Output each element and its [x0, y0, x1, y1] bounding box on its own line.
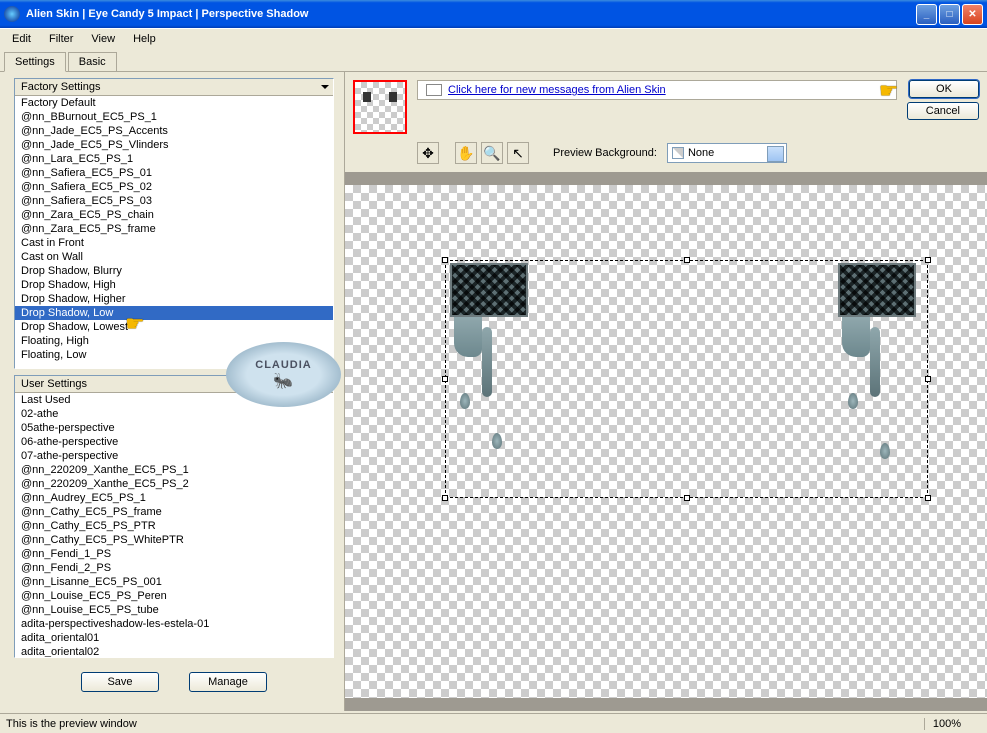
maximize-button[interactable]: □ [939, 4, 960, 25]
watermark-text: CLAUDIA [255, 359, 312, 371]
status-text: This is the preview window [6, 718, 137, 730]
list-item[interactable]: 06-athe-perspective [15, 435, 333, 449]
message-bar: Click here for new messages from Alien S… [417, 80, 897, 100]
titlebar: Alien Skin | Eye Candy 5 Impact | Perspe… [0, 0, 987, 28]
handle-n[interactable] [684, 257, 690, 263]
list-item[interactable]: adita_oriental01 [15, 631, 333, 645]
window-controls: _ □ ✕ [916, 4, 983, 25]
preview-bg-select[interactable]: None [667, 143, 787, 163]
list-item[interactable]: @nn_Fendi_2_PS [15, 561, 333, 575]
list-item[interactable]: @nn_Safiera_EC5_PS_02 [15, 180, 333, 194]
selection-box[interactable] [445, 260, 928, 498]
pointer-tool-icon[interactable]: ↖ [507, 142, 529, 164]
cancel-button[interactable]: Cancel [907, 102, 979, 120]
list-item[interactable]: @nn_Louise_EC5_PS_Peren [15, 589, 333, 603]
list-item[interactable]: Drop Shadow, High [15, 278, 333, 292]
tab-basic[interactable]: Basic [68, 52, 117, 71]
handle-nw[interactable] [442, 257, 448, 263]
list-item[interactable]: @nn_220209_Xanthe_EC5_PS_1 [15, 463, 333, 477]
list-item[interactable]: 02-athe [15, 407, 333, 421]
tabs: Settings Basic [0, 48, 987, 71]
list-item[interactable]: @nn_Jade_EC5_PS_Vlinders [15, 138, 333, 152]
list-item[interactable]: @nn_Fendi_1_PS [15, 547, 333, 561]
save-button[interactable]: Save [81, 672, 159, 692]
menu-filter[interactable]: Filter [41, 31, 81, 47]
mail-icon [426, 84, 442, 96]
handle-e[interactable] [925, 376, 931, 382]
statusbar: This is the preview window 100% [0, 713, 987, 733]
list-item[interactable]: Cast on Wall [15, 250, 333, 264]
preview-object-left [450, 263, 535, 357]
tab-settings[interactable]: Settings [4, 52, 66, 72]
list-item[interactable]: adita_oriental02 [15, 645, 333, 657]
move-tool-icon[interactable]: ✥ [417, 142, 439, 164]
list-item[interactable]: @nn_Cathy_EC5_PS_frame [15, 505, 333, 519]
preview-object-right [838, 263, 923, 357]
user-settings-box: User Settings Last Used02-athe05athe-per… [14, 375, 334, 658]
preview-canvas[interactable] [345, 185, 987, 698]
close-button[interactable]: ✕ [962, 4, 983, 25]
list-item[interactable]: 07-athe-perspective [15, 449, 333, 463]
list-item[interactable]: 05athe-perspective [15, 421, 333, 435]
handle-s[interactable] [684, 495, 690, 501]
handle-sw[interactable] [442, 495, 448, 501]
preview-bg-label: Preview Background: [553, 147, 657, 159]
list-item[interactable]: @nn_Zara_EC5_PS_chain [15, 208, 333, 222]
user-settings-list[interactable]: Last Used02-athe05athe-perspective06-ath… [15, 393, 333, 657]
zoom-level: 100% [924, 718, 981, 730]
navigator-thumbnail[interactable] [353, 80, 407, 134]
list-item[interactable]: Drop Shadow, Lowest [15, 320, 333, 334]
preview-bg-value: None [688, 147, 714, 159]
zoom-tool-icon[interactable]: 🔍 [481, 142, 503, 164]
watermark: CLAUDIA 🐜 [226, 342, 341, 407]
factory-settings-list[interactable]: Factory Default@nn_BBurnout_EC5_PS_1@nn_… [15, 96, 333, 368]
watermark-icon: 🐜 [273, 371, 294, 391]
list-item[interactable]: @nn_Safiera_EC5_PS_03 [15, 194, 333, 208]
menu-edit[interactable]: Edit [4, 31, 39, 47]
scrollbar-top[interactable] [345, 172, 987, 185]
settings-button-row: Save Manage [14, 664, 334, 692]
manage-button[interactable]: Manage [189, 672, 267, 692]
list-item[interactable]: @nn_Lara_EC5_PS_1 [15, 152, 333, 166]
message-link[interactable]: Click here for new messages from Alien S… [448, 84, 666, 96]
handle-w[interactable] [442, 376, 448, 382]
list-item[interactable]: Drop Shadow, Blurry [15, 264, 333, 278]
list-item[interactable]: @nn_Zara_EC5_PS_frame [15, 222, 333, 236]
list-item[interactable]: Cast in Front [15, 236, 333, 250]
list-item[interactable]: @nn_220209_Xanthe_EC5_PS_2 [15, 477, 333, 491]
handle-ne[interactable] [925, 257, 931, 263]
window-title: Alien Skin | Eye Candy 5 Impact | Perspe… [26, 8, 916, 20]
list-item[interactable]: @nn_BBurnout_EC5_PS_1 [15, 110, 333, 124]
list-item[interactable]: Drop Shadow, Higher [15, 292, 333, 306]
menu-view[interactable]: View [83, 31, 123, 47]
list-item[interactable]: @nn_Cathy_EC5_PS_PTR [15, 519, 333, 533]
list-item[interactable]: @nn_Louise_EC5_PS_tube [15, 603, 333, 617]
ok-button[interactable]: OK [909, 80, 979, 98]
minimize-button[interactable]: _ [916, 4, 937, 25]
list-item[interactable]: @nn_Audrey_EC5_PS_1 [15, 491, 333, 505]
factory-settings-header[interactable]: Factory Settings [15, 79, 333, 96]
menubar: Edit Filter View Help [0, 28, 987, 48]
menu-help[interactable]: Help [125, 31, 164, 47]
list-item[interactable]: @nn_Jade_EC5_PS_Accents [15, 124, 333, 138]
factory-settings-box: Factory Settings Factory Default@nn_BBur… [14, 78, 334, 369]
list-item[interactable]: @nn_Lisanne_EC5_PS_001 [15, 575, 333, 589]
handle-se[interactable] [925, 495, 931, 501]
toolbar: ✥ ✋ 🔍 ↖ Preview Background: None [345, 138, 987, 168]
none-swatch-icon [672, 147, 684, 159]
list-item[interactable]: Drop Shadow, Low [15, 306, 333, 320]
right-panel: Click here for new messages from Alien S… [345, 72, 987, 711]
app-icon [4, 6, 20, 22]
hand-tool-icon[interactable]: ✋ [455, 142, 477, 164]
list-item[interactable]: @nn_Safiera_EC5_PS_01 [15, 166, 333, 180]
list-item[interactable]: Factory Default [15, 96, 333, 110]
list-item[interactable]: adita-perspectiveshadow-les-estela-01 [15, 617, 333, 631]
scrollbar-bottom[interactable] [345, 698, 987, 711]
list-item[interactable]: @nn_Cathy_EC5_PS_WhitePTR [15, 533, 333, 547]
